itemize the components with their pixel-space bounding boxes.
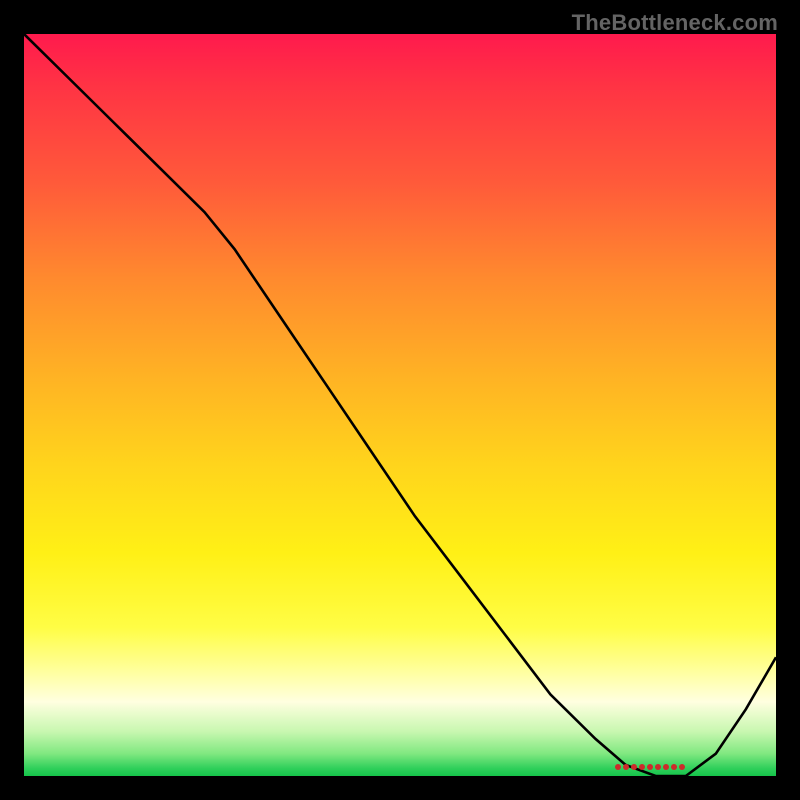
marker-dot-icon [639, 764, 645, 770]
plot-area [24, 34, 776, 776]
marker-dot-icon [679, 764, 685, 770]
marker-dot-icon [623, 764, 629, 770]
marker-dot-icon [663, 764, 669, 770]
marker-dot-icon [631, 764, 637, 770]
series-curve [24, 34, 776, 776]
marker-dot-icon [671, 764, 677, 770]
curve-layer [24, 34, 776, 776]
marker-dot-icon [647, 764, 653, 770]
marker-dot-icon [615, 764, 621, 770]
marker-dot-icon [655, 764, 661, 770]
optimum-marker [615, 757, 687, 775]
chart-stage: TheBottleneck.com [0, 0, 800, 800]
watermark-text: TheBottleneck.com [572, 10, 778, 36]
